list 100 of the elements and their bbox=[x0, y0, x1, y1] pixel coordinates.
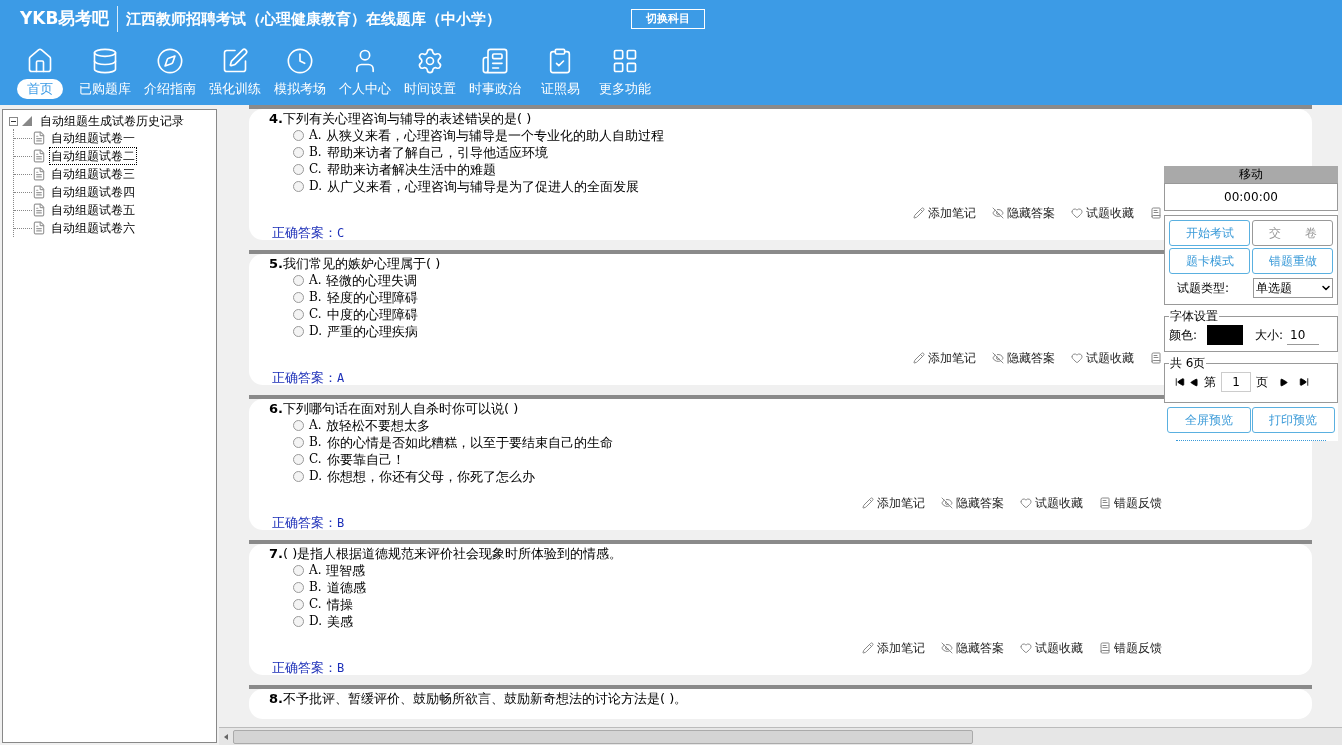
type-select[interactable]: 单选题 bbox=[1253, 278, 1333, 298]
answer-option[interactable]: A. 从狭义来看，心理咨询与辅导是一个专业化的助人自助过程 bbox=[293, 127, 665, 144]
question-text: 8.不予批评、暂缓评价、鼓励畅所欲言、鼓励新奇想法的讨论方法是( )。 bbox=[269, 690, 688, 707]
radio-button[interactable] bbox=[293, 582, 304, 593]
compass-icon bbox=[156, 47, 184, 75]
eye-off-icon bbox=[941, 641, 953, 654]
question-text: 4.下列有关心理咨询与辅导的表述错误的是( ) bbox=[269, 110, 532, 127]
answer-option[interactable]: B. 你的心情是否如此糟糕，以至于要结束自己的生命 bbox=[293, 434, 613, 451]
question-text: 7.( )是指人根据道德规范来评价社会现象时所体验到的情感。 bbox=[269, 545, 623, 562]
tree-item[interactable]: 自动组题生成试卷历史记录 bbox=[40, 113, 184, 129]
radio-button[interactable] bbox=[293, 471, 304, 482]
correct-answer: 正确答案：B bbox=[272, 659, 345, 677]
tree-item[interactable]: 自动组题试卷三 bbox=[49, 165, 137, 183]
tree-item[interactable]: 自动组题试卷一 bbox=[49, 129, 137, 147]
pen-square-icon bbox=[221, 47, 249, 75]
radio-button[interactable] bbox=[293, 326, 304, 337]
heart-icon bbox=[1071, 206, 1083, 219]
radio-button[interactable] bbox=[293, 292, 304, 303]
radio-button[interactable] bbox=[293, 437, 304, 448]
answer-option[interactable]: A. 轻微的心理失调 bbox=[293, 272, 418, 289]
question-action[interactable]: 错题反馈 bbox=[1099, 638, 1162, 657]
book-icon[interactable] bbox=[1150, 206, 1162, 219]
question-action[interactable]: 隐藏答案 bbox=[941, 638, 1004, 657]
document-icon bbox=[32, 131, 46, 145]
document-icon bbox=[32, 167, 46, 181]
next-page-icon[interactable] bbox=[1279, 377, 1288, 387]
last-page-icon[interactable] bbox=[1299, 377, 1309, 387]
gear-icon bbox=[416, 47, 444, 75]
first-page-icon[interactable] bbox=[1175, 377, 1185, 387]
answer-option[interactable]: B. 轻度的心理障碍 bbox=[293, 289, 418, 306]
color-swatch[interactable] bbox=[1207, 325, 1244, 345]
pencil-icon bbox=[862, 496, 874, 509]
document-icon bbox=[32, 203, 46, 217]
page-prefix: 第 bbox=[1204, 374, 1216, 391]
book-icon bbox=[1099, 496, 1111, 509]
answer-option[interactable]: D. 你想想，你还有父母，你死了怎么办 bbox=[293, 468, 535, 485]
eye-off-icon bbox=[941, 496, 953, 509]
answer-option[interactable]: C. 帮助来访者解决生活中的难题 bbox=[293, 161, 496, 178]
triangle-icon bbox=[21, 115, 33, 127]
answer-option[interactable]: C. 你要靠自己！ bbox=[293, 451, 405, 468]
heart-icon bbox=[1020, 496, 1032, 509]
horizontal-scrollbar[interactable] bbox=[219, 727, 1342, 745]
group-label: 共 6页 bbox=[1169, 355, 1207, 372]
question-action[interactable]: 试题收藏 bbox=[1071, 348, 1134, 367]
tree-item[interactable]: 自动组题试卷五 bbox=[49, 201, 137, 219]
panel-title[interactable]: 移动 bbox=[1164, 166, 1338, 183]
page-field[interactable]: 1 bbox=[1221, 372, 1251, 392]
radio-button[interactable] bbox=[293, 275, 304, 286]
radio-button[interactable] bbox=[293, 616, 304, 627]
previous-page-icon[interactable] bbox=[1190, 377, 1199, 387]
radio-button[interactable] bbox=[293, 130, 304, 141]
size-field[interactable]: 10 bbox=[1287, 325, 1320, 345]
collapse-toggle[interactable] bbox=[9, 116, 18, 126]
size-label: 大小: bbox=[1255, 327, 1284, 344]
answer-option[interactable]: D. 严重的心理疾病 bbox=[293, 323, 418, 340]
question-action[interactable]: 试题收藏 bbox=[1020, 493, 1083, 512]
answer-option[interactable]: B. 道德感 bbox=[293, 579, 366, 596]
question-action[interactable]: 隐藏答案 bbox=[941, 493, 1004, 512]
pencil-icon bbox=[913, 206, 925, 219]
tree-item[interactable]: 自动组题试卷四 bbox=[49, 183, 137, 201]
question-action[interactable]: 隐藏答案 bbox=[992, 203, 1055, 222]
heart-icon bbox=[1071, 351, 1083, 364]
question-text: 6.下列哪句话在面对别人自杀时你可以说( ) bbox=[269, 400, 519, 417]
radio-button[interactable] bbox=[293, 309, 304, 320]
document-icon bbox=[32, 221, 46, 235]
radio-button[interactable] bbox=[293, 147, 304, 158]
app-title: 江西教师招聘考试（心理健康教育）在线题库（中小学） bbox=[126, 8, 502, 30]
tree-item[interactable]: 自动组题试卷二 bbox=[49, 147, 137, 165]
answer-option[interactable]: B. 帮助来访者了解自己，引导他适应环境 bbox=[293, 144, 548, 161]
page-suffix: 页 bbox=[1256, 374, 1268, 391]
question-action[interactable]: 隐藏答案 bbox=[992, 348, 1055, 367]
document-icon bbox=[32, 149, 46, 163]
answer-option[interactable]: D. 美感 bbox=[293, 613, 353, 630]
answer-option[interactable]: C. 中度的心理障碍 bbox=[293, 306, 418, 323]
question-action[interactable]: 添加笔记 bbox=[913, 203, 976, 222]
question-text: 5.我们常见的嫉妒心理属于( ) bbox=[269, 255, 441, 272]
heart-icon bbox=[1020, 641, 1032, 654]
correct-answer: 正确答案：B bbox=[272, 514, 345, 532]
tree-item[interactable]: 自动组题试卷六 bbox=[49, 219, 137, 237]
question-action[interactable]: 错题反馈 bbox=[1099, 493, 1162, 512]
radio-button[interactable] bbox=[293, 181, 304, 192]
answer-option[interactable]: C. 情操 bbox=[293, 596, 353, 613]
book-icon[interactable] bbox=[1150, 351, 1162, 364]
question-action[interactable]: 添加笔记 bbox=[862, 638, 925, 657]
answer-option[interactable]: D. 从广义来看，心理咨询与辅导是为了促进人的全面发展 bbox=[293, 178, 639, 195]
radio-button[interactable] bbox=[293, 454, 304, 465]
radio-button[interactable] bbox=[293, 420, 304, 431]
document-icon bbox=[32, 185, 46, 199]
radio-button[interactable] bbox=[293, 565, 304, 576]
question-action[interactable]: 添加笔记 bbox=[862, 493, 925, 512]
question-action[interactable]: 添加笔记 bbox=[913, 348, 976, 367]
radio-button[interactable] bbox=[293, 599, 304, 610]
correct-answer: 正确答案：A bbox=[272, 369, 345, 387]
answer-option[interactable]: A. 放轻松不要想太多 bbox=[293, 417, 431, 434]
radio-button[interactable] bbox=[293, 164, 304, 175]
question-action[interactable]: 试题收藏 bbox=[1020, 638, 1083, 657]
question-action[interactable]: 试题收藏 bbox=[1071, 203, 1134, 222]
group-label: 字体设置 bbox=[1169, 308, 1219, 325]
eye-off-icon bbox=[992, 351, 1004, 364]
answer-option[interactable]: A. 理智感 bbox=[293, 562, 366, 579]
